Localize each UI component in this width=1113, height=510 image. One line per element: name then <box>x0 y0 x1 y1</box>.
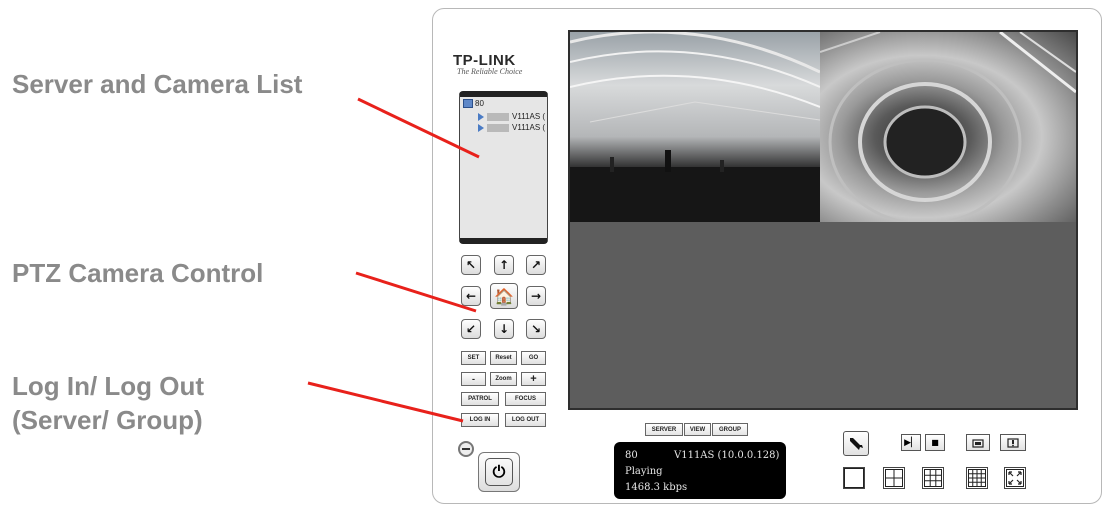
patrol-button[interactable]: PATROL <box>461 392 499 406</box>
annotation-ptz-control: PTZ Camera Control <box>12 258 264 288</box>
camera-play-icon <box>478 123 484 132</box>
ptz-down-left-button[interactable]: ↙ <box>461 319 481 339</box>
ptz-left-button[interactable]: ← <box>461 286 481 306</box>
camera-selection-highlight <box>487 112 509 121</box>
tree-root-server[interactable]: 80 <box>463 99 484 108</box>
power-button[interactable]: ⏻ <box>478 452 520 492</box>
fullscreen-icon <box>1006 469 1024 487</box>
ptz-up-button[interactable]: ↑ <box>494 255 514 275</box>
stop-button[interactable]: ■ <box>925 434 945 451</box>
record-button[interactable] <box>1000 434 1026 451</box>
layout-1x1-button[interactable] <box>843 467 865 489</box>
preset-reset-button[interactable]: Reset <box>490 351 517 365</box>
tab-view[interactable]: VIEW <box>684 423 711 436</box>
snapshot-button[interactable] <box>966 434 990 451</box>
tree-root-label: 80 <box>475 99 484 108</box>
video-feed-1[interactable] <box>570 32 820 222</box>
record-icon <box>1007 437 1019 448</box>
zoom-out-button[interactable]: - <box>461 372 486 386</box>
zoom-in-button[interactable]: + <box>521 372 546 386</box>
server-icon <box>463 99 473 108</box>
tab-server[interactable]: SERVER <box>645 423 683 436</box>
video-display-area[interactable] <box>568 30 1078 410</box>
layout-2x2-button[interactable] <box>883 467 905 489</box>
camera-label: V111AS ( <box>512 112 546 121</box>
ptz-home-button[interactable]: 🏠 <box>490 283 518 309</box>
tab-group[interactable]: GROUP <box>712 423 748 436</box>
station-hall-image <box>570 32 820 222</box>
camera-play-icon <box>478 112 484 121</box>
ptz-up-left-button[interactable]: ↖ <box>461 255 481 275</box>
logo-tagline: The Reliable Choice <box>457 67 523 76</box>
status-server-id: 80 <box>625 450 638 461</box>
layout-4x4-button[interactable] <box>966 467 988 489</box>
status-display: 80 V111AS (10.0.0.128) Playing 1468.3 kb… <box>614 442 786 499</box>
focus-button[interactable]: FOCUS <box>505 392 546 406</box>
ptz-right-button[interactable]: → <box>526 286 546 306</box>
preset-set-button[interactable]: SET <box>461 351 486 365</box>
settings-button[interactable] <box>843 431 869 456</box>
layout-sixteen-icon <box>968 469 986 487</box>
preset-go-button[interactable]: GO <box>521 351 546 365</box>
layout-nine-icon <box>924 469 942 487</box>
ptz-up-right-button[interactable]: ↗ <box>526 255 546 275</box>
play-button[interactable]: ▶▏ <box>901 434 921 451</box>
camera-list-item[interactable]: V111AS ( <box>478 112 545 121</box>
video-feed-2[interactable] <box>820 32 1076 222</box>
logout-button[interactable]: LOG OUT <box>505 413 546 427</box>
camera-list-panel[interactable]: 80 V111AS ( V111AS ( <box>459 91 548 244</box>
brand-logo: TP-LINK The Reliable Choice <box>453 52 555 76</box>
minimize-button[interactable] <box>458 441 474 457</box>
snapshot-icon <box>972 438 984 448</box>
login-button[interactable]: LOG IN <box>461 413 499 427</box>
status-state: Playing <box>625 466 663 477</box>
annotation-login-line2: (Server/ Group) <box>12 405 203 435</box>
wrench-icon <box>850 437 863 450</box>
camera-list-item[interactable]: V111AS ( <box>478 123 545 132</box>
annotation-login-line1: Log In/ Log Out <box>12 371 205 401</box>
ptz-down-button[interactable]: ↓ <box>494 319 514 339</box>
status-camera: V111AS (10.0.0.128) <box>674 450 780 461</box>
atrium-image <box>820 32 1076 222</box>
ptz-down-right-button[interactable]: ↘ <box>526 319 546 339</box>
layout-quad-icon <box>885 469 903 487</box>
power-icon: ⏻ <box>485 458 513 486</box>
zoom-label: Zoom <box>490 372 517 386</box>
layout-3x3-button[interactable] <box>922 467 944 489</box>
camera-label: V111AS ( <box>512 123 546 132</box>
minus-icon <box>462 448 470 450</box>
annotation-server-camera-list: Server and Camera List <box>12 69 303 99</box>
fullscreen-button[interactable] <box>1004 467 1026 489</box>
layout-single-icon <box>844 468 864 488</box>
status-bitrate: 1468.3 kbps <box>625 482 688 493</box>
camera-selection-highlight <box>487 123 509 132</box>
